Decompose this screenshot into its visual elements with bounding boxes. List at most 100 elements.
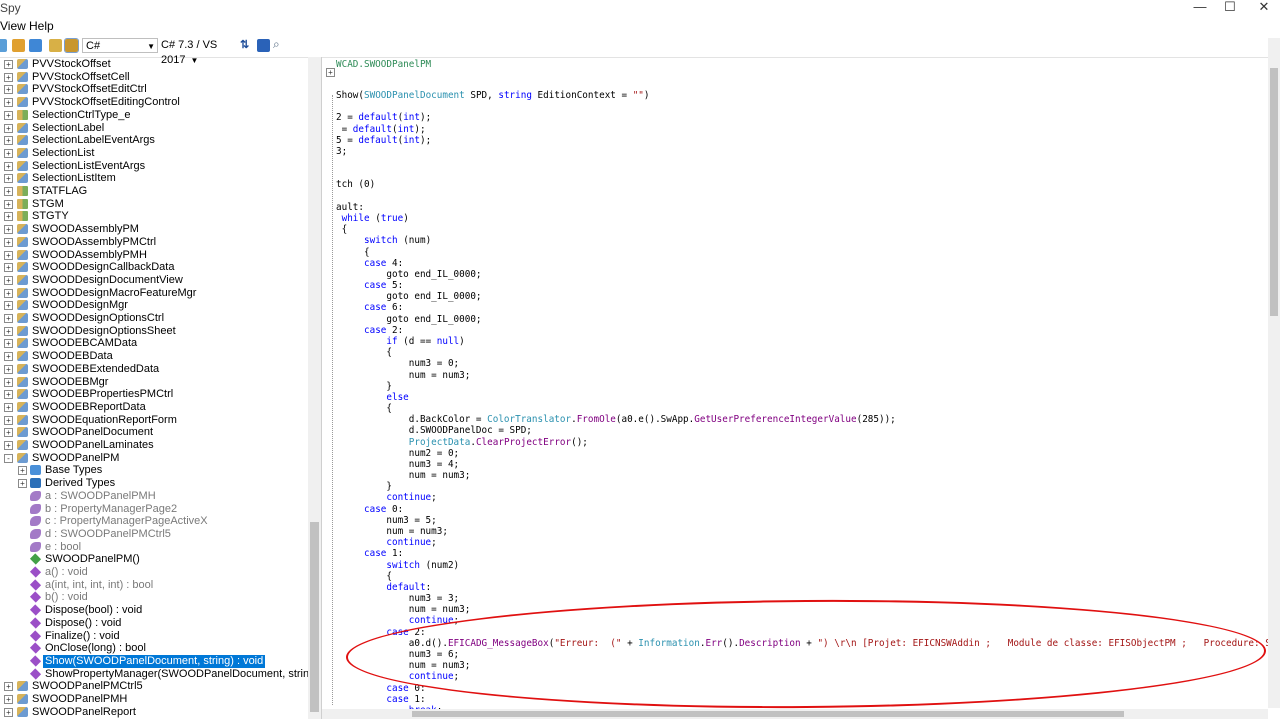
expand-icon[interactable]: +	[4, 60, 13, 69]
language-value: C#	[86, 40, 101, 52]
expand-icon[interactable]: +	[4, 161, 13, 171]
class-icon	[17, 706, 28, 717]
tree-item-label: SWOODDesignDocumentView	[32, 273, 183, 286]
tree-item-label: SelectionListEventArgs	[32, 159, 146, 172]
code-token: case	[364, 324, 387, 336]
expand-icon[interactable]: +	[4, 110, 13, 120]
expand-icon[interactable]: +	[4, 326, 13, 336]
expand-icon[interactable]: +	[4, 301, 13, 311]
class-icon	[17, 325, 28, 336]
expand-icon[interactable]: +	[4, 72, 13, 82]
tree-item-label: SWOODPanelDocument	[32, 426, 154, 439]
expand-icon[interactable]: +	[4, 402, 13, 412]
expand-icon[interactable]: +	[4, 415, 13, 425]
code-horizontal-scrollbar[interactable]	[322, 709, 1268, 719]
expand-icon[interactable]: +	[4, 98, 13, 108]
chevron-down-icon: ▼	[147, 42, 155, 51]
code-hscroll-thumb[interactable]	[412, 711, 1124, 717]
code-token: continue	[386, 537, 432, 549]
sort-icon[interactable]: ⇅	[240, 38, 253, 51]
tree-item-label: a(int, int, int, int) : bool	[45, 578, 154, 591]
expand-icon[interactable]: +	[4, 148, 13, 158]
assembly-icon[interactable]	[49, 39, 62, 52]
search-icon[interactable]: ⌕	[273, 37, 286, 51]
expand-icon[interactable]: +	[4, 441, 13, 450]
expand-icon[interactable]: +	[4, 288, 13, 298]
tree-item-label: Show(SWOODPanelDocument, string) : void	[43, 654, 266, 668]
open-icon[interactable]	[12, 39, 25, 52]
code-line: case 1:	[336, 693, 426, 705]
menu-view[interactable]: View	[0, 19, 26, 33]
expand-icon[interactable]: +	[4, 390, 13, 400]
expand-icon[interactable]: +	[4, 187, 13, 196]
search-assembly-icon[interactable]	[64, 38, 79, 53]
code-line: {	[336, 347, 392, 358]
code-token: Show(	[336, 90, 364, 101]
tree-item-label: SWOODEBReportData	[32, 400, 146, 413]
code-token: ();	[571, 436, 588, 448]
code-line: num3 = 5;	[336, 515, 436, 526]
expand-icon[interactable]: +	[18, 479, 27, 489]
expand-icon[interactable]: +	[4, 314, 13, 323]
tree-scrollbar[interactable]	[308, 57, 322, 719]
tree-item-label: STGTY	[32, 210, 69, 223]
expand-icon[interactable]: +	[4, 225, 13, 235]
expand-icon[interactable]: +	[4, 263, 13, 273]
window-title: Spy	[0, 1, 21, 15]
expand-icon[interactable]: +	[4, 123, 13, 133]
expand-icon[interactable]: +	[4, 707, 13, 717]
menu-help[interactable]: Help	[29, 19, 54, 33]
expand-icon[interactable]: +	[4, 85, 13, 95]
forward-icon[interactable]	[0, 39, 7, 52]
class-icon	[17, 363, 28, 374]
language-select[interactable]: C# ▼	[82, 38, 158, 53]
expand-icon[interactable]: +	[4, 212, 13, 222]
expand-icon[interactable]: +	[4, 250, 13, 260]
navigation-icon[interactable]	[257, 39, 270, 52]
expand-icon[interactable]: +	[4, 136, 13, 146]
class-icon	[17, 97, 28, 108]
expand-icon[interactable]: +	[4, 237, 13, 247]
code-token: string	[498, 90, 532, 101]
expand-icon[interactable]: +	[18, 466, 27, 476]
tree-scroll-thumb[interactable]	[310, 522, 319, 712]
code-scroll-thumb[interactable]	[1270, 68, 1278, 316]
code-line: num = num3;	[336, 370, 471, 381]
expand-icon[interactable]: +	[4, 199, 13, 209]
ctor-icon	[29, 553, 42, 565]
class-icon	[17, 84, 28, 95]
expand-icon[interactable]: +	[4, 352, 13, 362]
class-icon	[17, 224, 28, 235]
method-icon	[29, 591, 42, 603]
code-token: tch (0)	[336, 179, 376, 191]
expand-icon[interactable]: +	[4, 682, 13, 692]
version-select[interactable]: C# 7.3 / VS 2017 ▼	[161, 38, 237, 66]
expand-icon[interactable]: +	[4, 339, 13, 349]
tree-item-label: PVVStockOffsetEditCtrl	[32, 83, 147, 96]
tree-item-label: a : SWOODPanelPMH	[45, 489, 156, 502]
tree-item-label: Finalize() : void	[45, 629, 120, 642]
code-token: num = num3;	[336, 526, 448, 538]
code-token: 3;	[336, 145, 348, 157]
assembly-tree[interactable]: + PVVStockOffset + PVVStockOffsetCell + PVVSt…	[0, 57, 309, 719]
expand-icon[interactable]: +	[4, 428, 13, 438]
code-token: null	[436, 335, 460, 347]
collapse-toggle-icon[interactable]: +	[326, 68, 335, 77]
refresh-icon[interactable]	[29, 39, 42, 52]
expand-icon[interactable]: +	[4, 275, 13, 285]
menu-bar: View Help	[0, 16, 1280, 35]
close-button[interactable]: ✕	[1244, 0, 1280, 15]
expand-icon[interactable]: +	[4, 364, 13, 374]
code-scrollbar[interactable]	[1268, 38, 1280, 708]
collapse-icon[interactable]: -	[4, 453, 13, 463]
code-token: 1:	[408, 693, 426, 705]
code-token: default	[358, 112, 398, 124]
expand-icon[interactable]: +	[4, 377, 13, 387]
tree-item-label: SWOODDesignOptionsCtrl	[32, 312, 165, 324]
code-line: switch (num2)	[336, 560, 459, 571]
code-line: else	[336, 392, 408, 403]
expand-icon[interactable]: +	[4, 695, 13, 704]
expand-icon[interactable]: +	[4, 174, 13, 184]
